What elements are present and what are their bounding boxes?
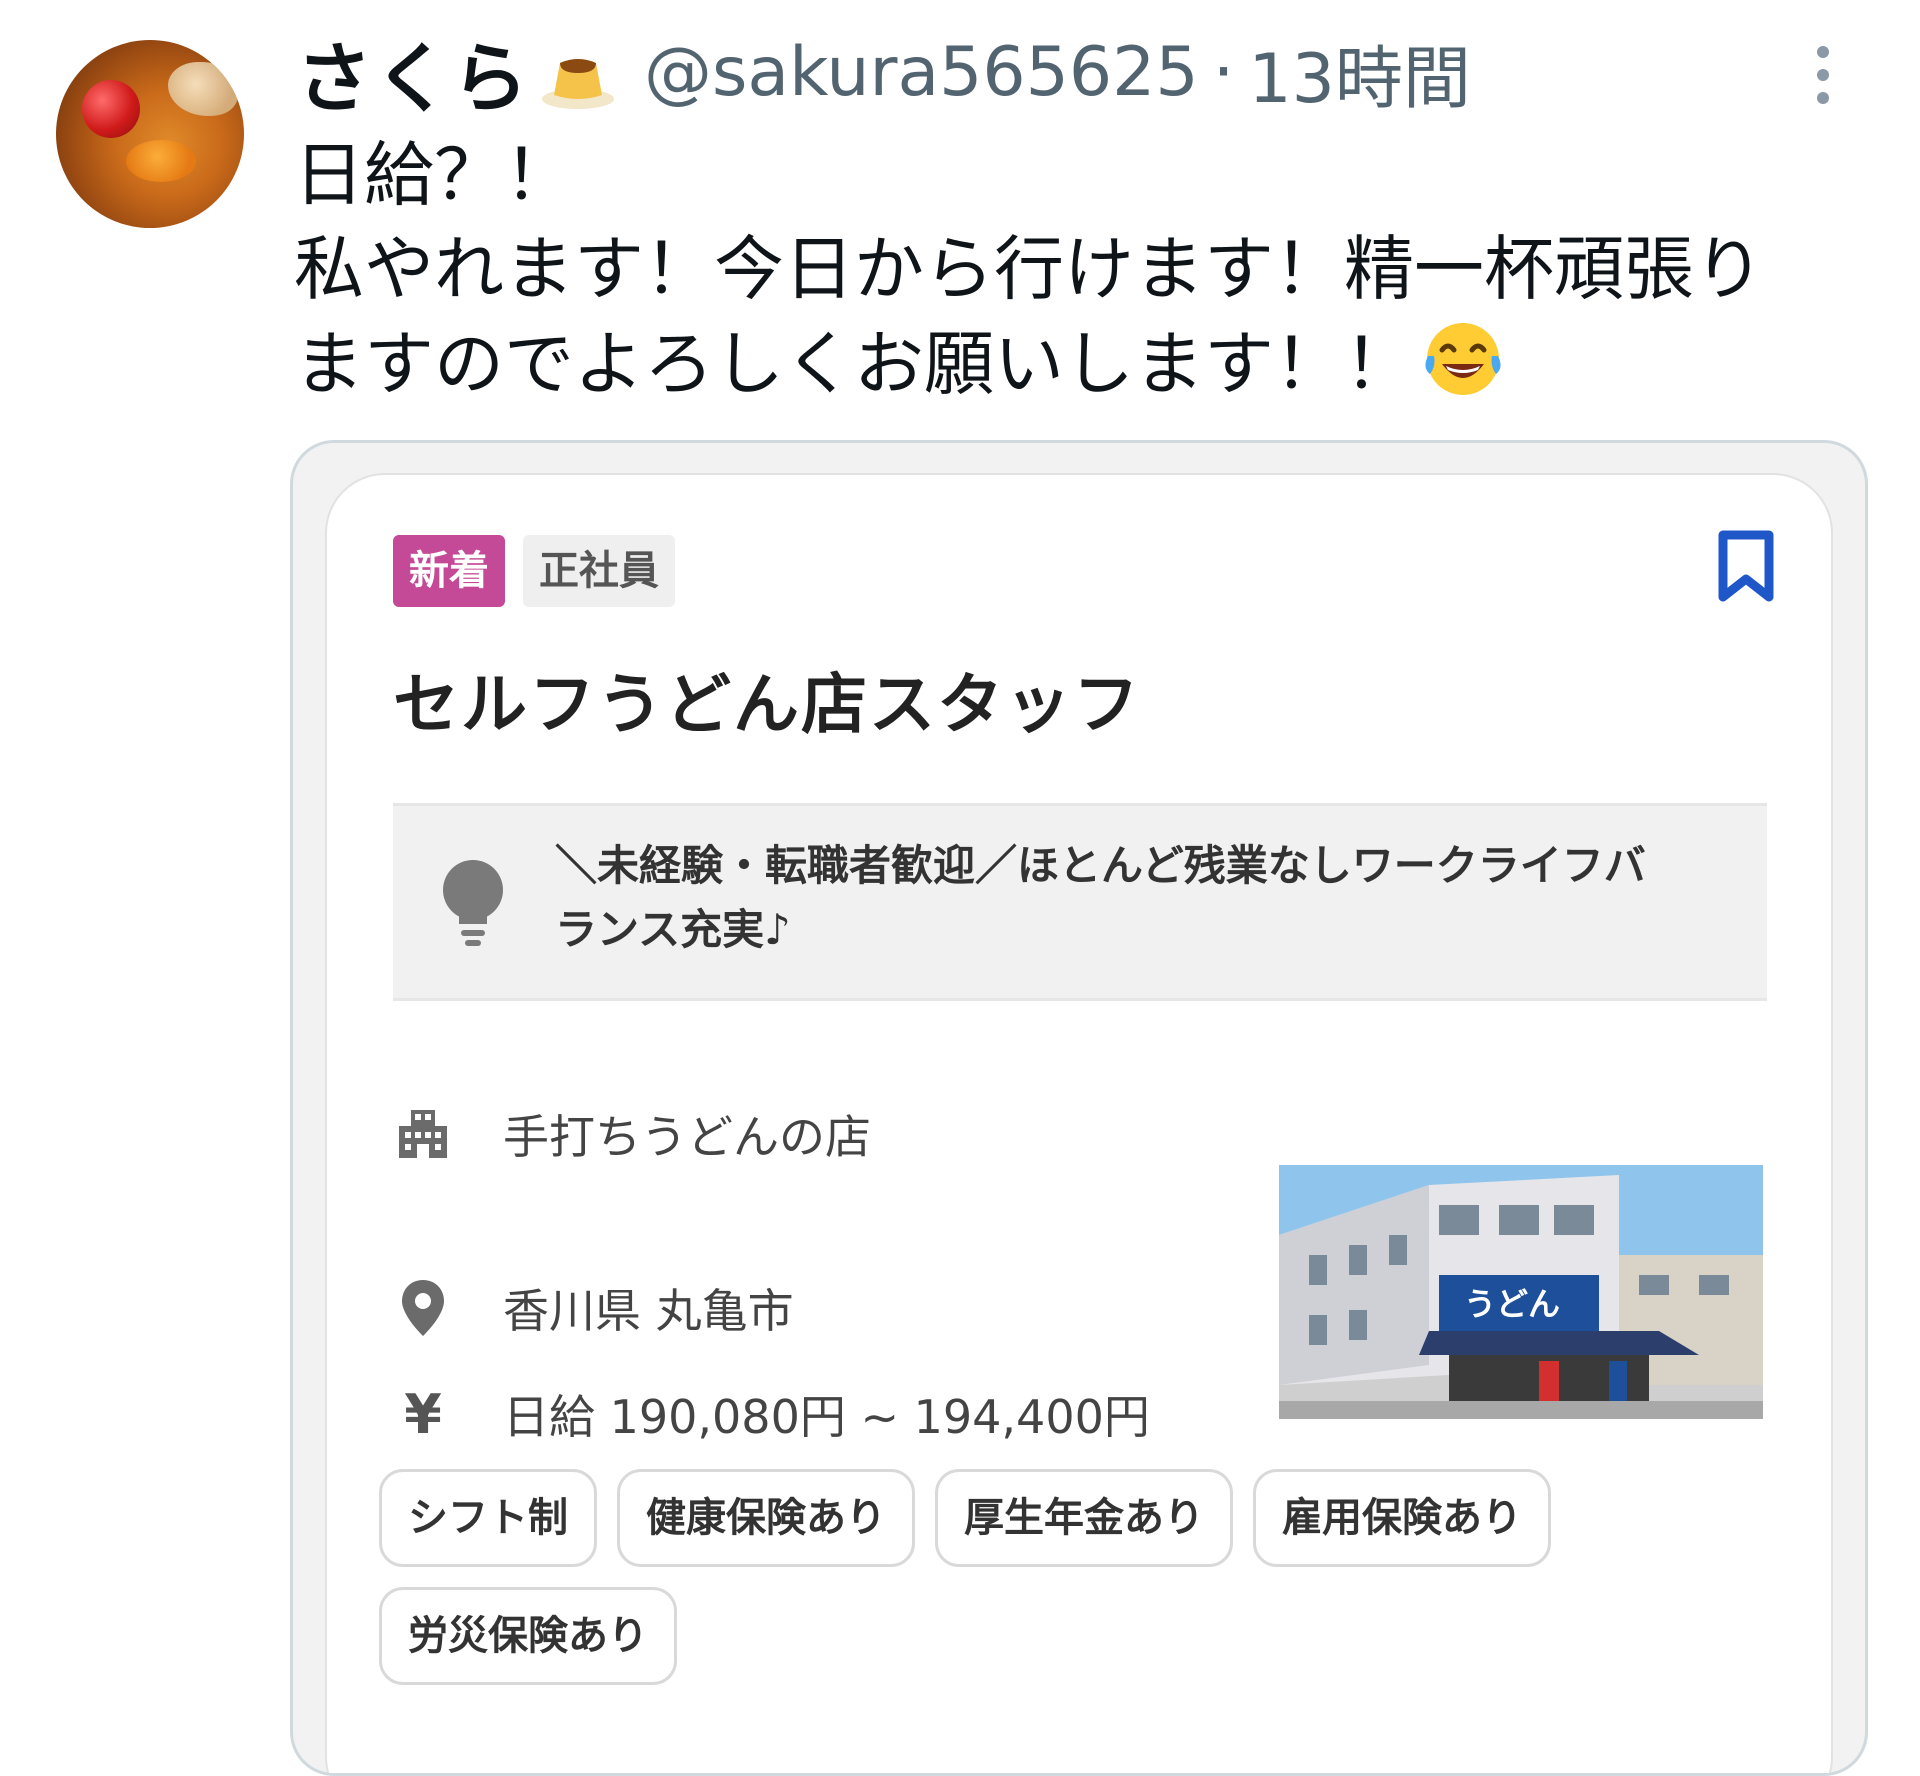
- job-salary: 日給 190,080円 ~ 194,400円: [503, 1390, 1150, 1444]
- tweet-media[interactable]: 新着 正社員 セルフうどん店スタッフ ＼未経験・転職者歓迎／ほとんど残業なしワー…: [290, 440, 1868, 1776]
- face-with-tears-of-joy-icon: [1425, 323, 1501, 395]
- tweet: さくら @sakura565625 · 13時間 日給？！ 私やれます！今日から…: [0, 0, 1920, 1776]
- tweet-header: さくら @sakura565625 · 13時間: [296, 22, 1471, 124]
- job-badges: 新着 正社員: [393, 535, 675, 607]
- highlight-line: ランス充実♪: [555, 905, 791, 954]
- display-name[interactable]: さくら: [296, 17, 530, 127]
- new-badge: 新着: [393, 535, 505, 607]
- tweet-text-line-content: ますのでよろしくお願いします！！: [294, 323, 1414, 405]
- location-row: 香川県 丸亀市: [393, 1275, 794, 1341]
- tweet-timestamp[interactable]: 13時間: [1248, 23, 1471, 122]
- tag-chip[interactable]: シフト制: [379, 1469, 597, 1567]
- more-options-icon[interactable]: [1808, 46, 1838, 108]
- lightbulb-icon: [443, 860, 503, 946]
- tweet-text-line: 私やれます！今日から行けます！精一杯頑張り: [294, 228, 1764, 310]
- job-title[interactable]: セルフうどん店スタッフ: [393, 651, 1141, 747]
- location-pin-icon: [393, 1278, 453, 1338]
- store-photo: うどん: [1279, 1165, 1763, 1419]
- employment-type-badge: 正社員: [523, 535, 675, 607]
- tag-chip[interactable]: 厚生年金あり: [935, 1469, 1233, 1567]
- tweet-text: 日給？！ 私やれます！今日から行けます！精一杯頑張り ますのでよろしくお願いしま…: [294, 128, 1874, 411]
- tag-chip[interactable]: 労災保険あり: [379, 1587, 677, 1685]
- avatar-cherry: [82, 80, 140, 138]
- company-name: 手打ちうどんの店: [503, 1110, 871, 1164]
- tweet-text-line: ますのでよろしくお願いします！！: [294, 316, 1874, 411]
- photo-sign-text: うどん: [1464, 1285, 1560, 1323]
- job-card[interactable]: 新着 正社員 セルフうどん店スタッフ ＼未経験・転職者歓迎／ほとんど残業なしワー…: [325, 473, 1833, 1773]
- tag-chip[interactable]: 雇用保険あり: [1253, 1469, 1551, 1567]
- user-handle[interactable]: @sakura565625: [644, 33, 1199, 112]
- highlight-text: ＼未経験・転職者歓迎／ほとんど残業なしワークライフバ ランス充実♪: [555, 834, 1735, 962]
- pudding-emoji-icon: [542, 59, 614, 109]
- header-separator: ·: [1212, 32, 1235, 112]
- job-tags: シフト制 健康保険あり 厚生年金あり 雇用保険あり 労災保険あり: [379, 1469, 1619, 1685]
- tweet-text-line: 日給？！: [294, 134, 574, 216]
- avatar-yolk: [126, 140, 196, 182]
- job-location: 香川県 丸亀市: [503, 1284, 794, 1338]
- building-icon: [393, 1104, 453, 1164]
- yen-icon: ¥: [404, 1382, 442, 1446]
- company-row: 手打ちうどんの店: [393, 1101, 871, 1167]
- user-avatar[interactable]: [56, 40, 244, 228]
- job-highlight: ＼未経験・転職者歓迎／ほとんど残業なしワークライフバ ランス充実♪: [393, 803, 1767, 1001]
- avatar-cream: [168, 62, 238, 116]
- salary-row: ¥ 日給 190,080円 ~ 194,400円: [393, 1381, 1150, 1447]
- highlight-line: ＼未経験・転職者歓迎／ほとんど残業なしワークライフバ: [555, 841, 1646, 890]
- bookmark-icon[interactable]: [1713, 529, 1779, 603]
- tag-chip[interactable]: 健康保険あり: [617, 1469, 915, 1567]
